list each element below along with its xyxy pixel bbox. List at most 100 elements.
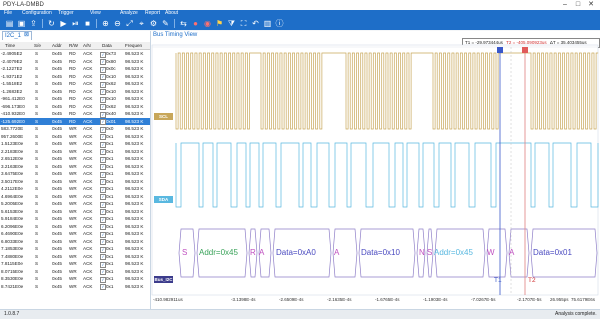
cell-se: S (35, 193, 39, 199)
record-icon[interactable]: ● (190, 18, 201, 29)
cell-data: 0x0 (106, 126, 114, 131)
table-row[interactable]: 5.6153E0e S 0x45 WR ACK 0x1 98.523 K ✓ (0, 208, 150, 215)
col-rw[interactable]: R/W (69, 42, 79, 49)
col-time[interactable]: Time (5, 42, 33, 49)
col-addr[interactable]: Addr (52, 42, 66, 49)
settings-icon[interactable]: ⚙ (148, 18, 159, 29)
minimize-button[interactable]: – (560, 0, 570, 10)
cell-freq: 98.523 K (125, 208, 144, 214)
table-row[interactable]: -2.1227E2 S 0x45 RD ACK 0x0c 98.523 K ✓ (0, 65, 150, 73)
close-button[interactable]: ✕ (586, 0, 596, 10)
channel-label-sda[interactable]: SDA (154, 196, 173, 203)
table-row[interactable]: 6.8033E0e S 0x45 WR ACK 0x1 98.523 K ✓ (0, 238, 150, 245)
filter-icon[interactable]: ⧩ (226, 18, 237, 29)
waveform-canvas[interactable] (151, 31, 600, 309)
table-row[interactable]: -1.9371E2 S 0x45 RD ACK 0x10 98.523 K ✓ (0, 73, 150, 80)
cell-rw: RD (69, 96, 76, 101)
table-row[interactable]: 8.7421E0e S 0x45 WR ACK 0x1 98.523 K ✓ (0, 283, 150, 290)
cell-se: S (35, 111, 39, 116)
table-row[interactable]: 8.0715E0e S 0x45 WR ACK 0x1 98.523 K ✓ (0, 268, 150, 275)
cell-freq: 98.523 K (125, 261, 144, 266)
cell-addr: 0x45 (52, 178, 62, 184)
channel-label-bus[interactable]: Bus_I2C (154, 276, 173, 283)
table-row[interactable]: -961.412E0 S 0x45 RD ACK 0x10 98.523 K ✓ (0, 95, 150, 103)
cell-se: S (35, 238, 39, 244)
open-icon[interactable]: ▤ (4, 18, 15, 29)
table-row[interactable]: 957.2600E S 0x45 WR ACK 0x1 98.523 K ✓ (0, 133, 150, 140)
cell-rw: WR (69, 231, 77, 236)
col-data[interactable]: Data (102, 42, 116, 49)
col-an[interactable]: A/N (83, 42, 95, 49)
zoom-out-icon[interactable]: ⊖ (112, 18, 123, 29)
menu-file[interactable]: File (4, 10, 12, 17)
save-icon[interactable]: ▣ (16, 18, 27, 29)
table-row[interactable]: 7.4880E0e S 0x45 WR ACK 0x1 98.523 K ✓ (0, 253, 150, 260)
table-row[interactable]: 7.1853E0e S 0x45 WR ACK 0x1 98.523 K ✓ (0, 245, 150, 253)
table-row[interactable]: 7.8115E0e S 0x45 WR ACK 0x1 98.523 K ✓ (0, 260, 150, 268)
measure-icon[interactable]: ⌖ (136, 18, 147, 29)
table-row[interactable]: -696.173E0 S 0x45 RD ACK 0x62 98.523 K ✓ (0, 103, 150, 110)
loop-icon[interactable]: ↻ (46, 18, 57, 29)
table-row[interactable]: 3.5017E0e S 0x45 WR ACK 0x1 98.523 K ✓ (0, 178, 150, 185)
fit-icon[interactable]: ⤢ (124, 18, 135, 29)
table-row[interactable]: -2.4079E2 S 0x45 RD ACK 0x80 98.523 K ✓ (0, 58, 150, 65)
cell-se: S (35, 133, 39, 139)
table-row[interactable]: -125.692E0 S 0x45 RD ACK 0x01 98.523 K ✓ (0, 117, 150, 125)
cell-time: 8.3530E0e (1, 276, 24, 281)
table-row[interactable]: 1.5123E0e S 0x45 WR ACK 0x1 98.523 K ✓ (0, 140, 150, 148)
table-row[interactable]: 4.6964E0e S 0x45 WR ACK 0x1 98.523 K ✓ (0, 193, 150, 200)
toolbar: ▤ ▣ ⇪ ↻ ▶ ⏯ ■ ⊕ ⊖ ⤢ ⌖ ⚙ ✎ ⇆ ● ◉ ⚑ ⧩ ⛶ ↶ … (0, 17, 600, 30)
about-icon[interactable]: ⓘ (274, 18, 285, 29)
trigger-icon[interactable]: ⚑ (214, 18, 225, 29)
export-icon[interactable]: ⇪ (28, 18, 39, 29)
protocol-icon[interactable]: ⇆ (178, 18, 189, 29)
menu-analyze[interactable]: Analyze (120, 10, 138, 17)
channel-label-scl[interactable]: SCL (154, 113, 173, 120)
cell-se: S (35, 253, 39, 259)
layout-icon[interactable]: ▥ (262, 18, 273, 29)
table-row[interactable]: 6.4690E0e S 0x45 WR ACK 0x1 98.523 K ✓ (0, 230, 150, 238)
cursor-icon[interactable]: ✎ (160, 18, 171, 29)
cell-freq: 98.523 K (125, 66, 144, 71)
single-run-icon[interactable]: ⏯ (70, 18, 81, 29)
table-row[interactable]: 583.7720E S 0x45 WR ACK 0x0 98.523 K ✓ (0, 125, 150, 133)
menu-view[interactable]: View (90, 10, 101, 17)
table-row[interactable]: 8.3530E0e S 0x45 WR ACK 0x1 98.523 K ✓ (0, 275, 150, 283)
cell-se: S (35, 171, 39, 176)
axis-tick: 26.955ps (550, 297, 569, 302)
decode-ack: A (259, 248, 265, 257)
row-checkbox[interactable]: ✓ (100, 284, 106, 290)
cell-addr: 0x45 (52, 193, 62, 199)
table-row[interactable]: 2.6512E0e S 0x45 WR ACK 0x1 98.523 K ✓ (0, 155, 150, 163)
undo-icon[interactable]: ↶ (250, 18, 261, 29)
menu-configuration[interactable]: Configuration (22, 10, 52, 17)
col-freq[interactable]: Frequen (125, 42, 149, 49)
col-se[interactable]: S/e (34, 42, 44, 49)
table-row[interactable]: -2.4905E2 S 0x45 RD ACK 0x73 98.523 K ✓ (0, 50, 150, 58)
stop-record-icon[interactable]: ◉ (202, 18, 213, 29)
pin-icon[interactable]: ⊠ (24, 31, 29, 38)
table-row[interactable]: 5.2005E0e S 0x45 WR ACK 0x1 98.523 K ✓ (0, 200, 150, 208)
table-row[interactable]: -1.2683E2 S 0x45 RD ACK 0x10 98.523 K ✓ (0, 88, 150, 95)
expand-icon[interactable]: ⛶ (238, 18, 249, 29)
cell-rw: WR (69, 208, 77, 214)
menu-trigger[interactable]: Trigger (58, 10, 74, 17)
stop-icon[interactable]: ■ (82, 18, 93, 29)
table-row[interactable]: 6.2096E0e S 0x45 WR ACK 0x1 98.523 K ✓ (0, 223, 150, 230)
run-icon[interactable]: ▶ (58, 18, 69, 29)
table-row[interactable]: -410.932E0 S 0x45 RD ACK 0x40 98.523 K ✓ (0, 110, 150, 118)
table-row[interactable]: 5.9184E0e S 0x45 WR ACK 0x1 98.523 K ✓ (0, 215, 150, 223)
menu-about[interactable]: About (165, 10, 178, 17)
maximize-button[interactable]: □ (573, 0, 583, 10)
cell-rw: WR (69, 261, 77, 266)
table-row[interactable]: -1.5518E2 S 0x45 RD ACK 0x62 98.523 K ✓ (0, 80, 150, 88)
cell-addr: 0x45 (52, 216, 62, 221)
menu-report[interactable]: Report (145, 10, 160, 17)
zoom-in-icon[interactable]: ⊕ (100, 18, 111, 29)
table-row[interactable]: 4.2112E0e S 0x45 WR ACK 0x1 98.523 K ✓ (0, 185, 150, 193)
table-row[interactable]: 3.2163E0e S 0x45 WR ACK 0x1 98.523 K ✓ (0, 163, 150, 170)
cell-an: ACK (83, 216, 93, 221)
table-row[interactable]: 2.2183E0e S 0x45 WR ACK 0x1 98.523 K ✓ (0, 148, 150, 155)
table-row[interactable]: 3.6475E0e S 0x45 WR ACK 0x1 98.523 K ✓ (0, 170, 150, 178)
cell-addr: 0x45 (52, 133, 62, 139)
